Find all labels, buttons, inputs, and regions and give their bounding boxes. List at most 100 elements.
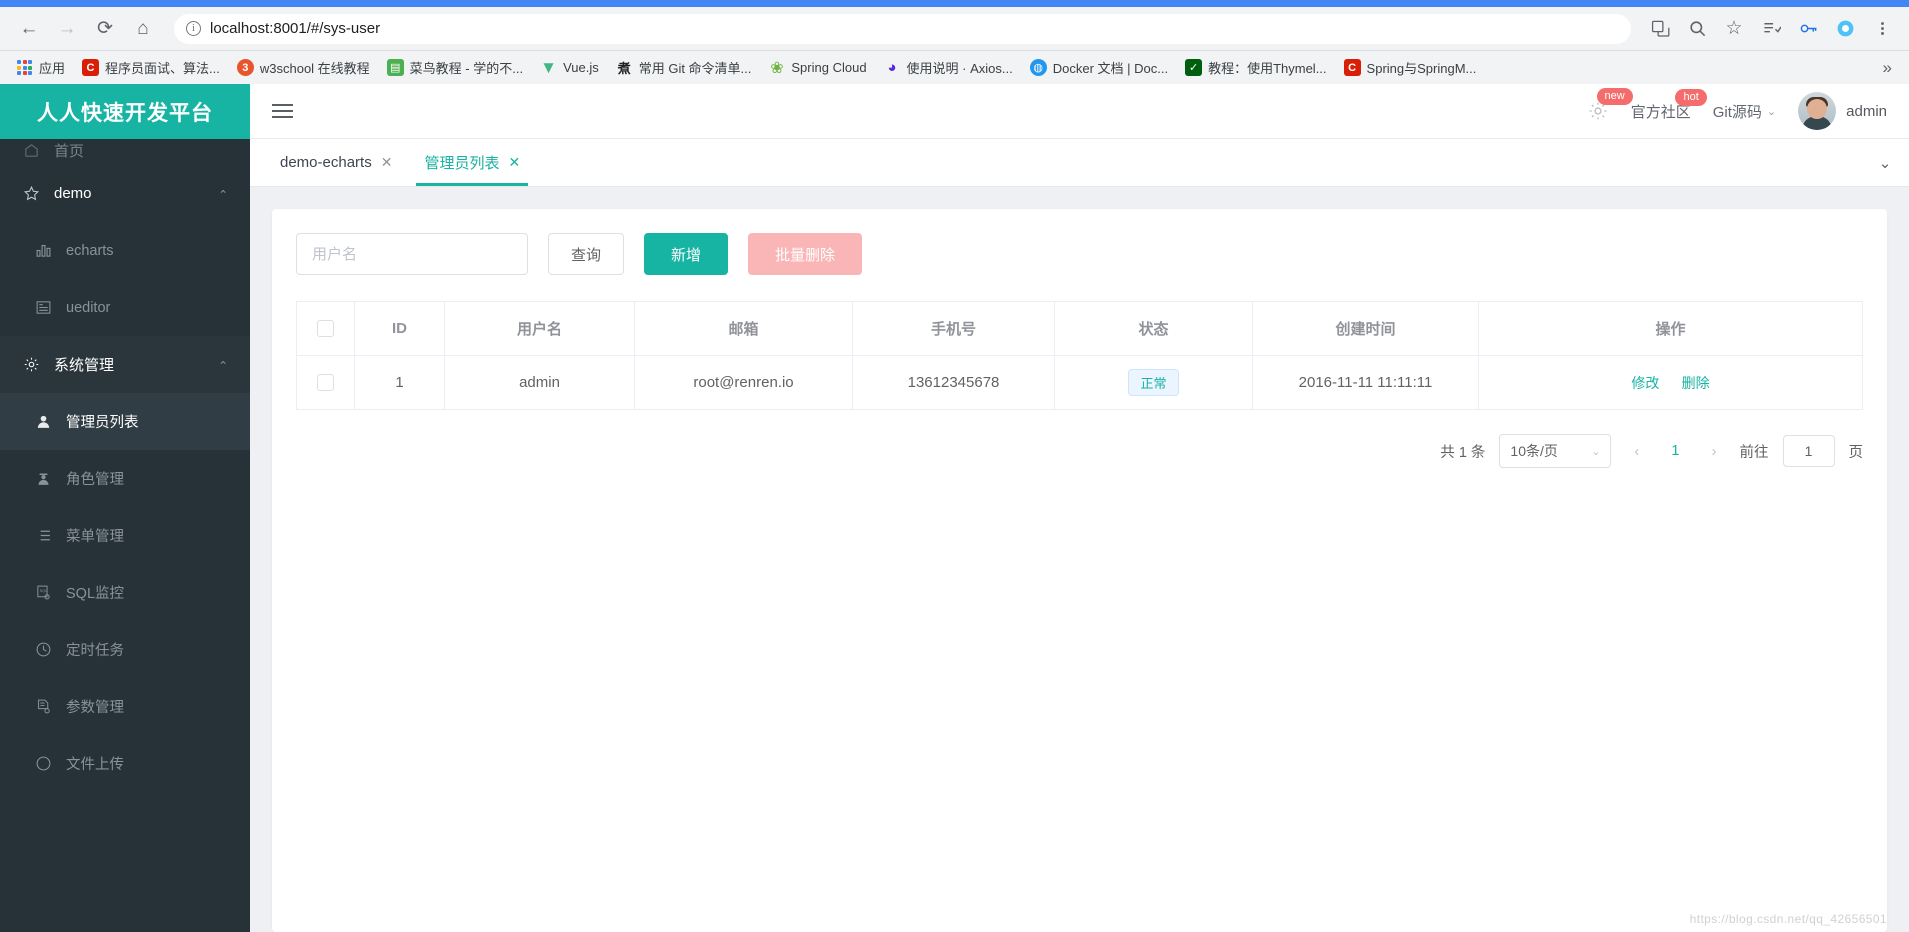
bookmark-star-icon[interactable]: ☆ <box>1719 14 1749 44</box>
axios-icon: ◕ <box>887 59 897 76</box>
sidebar-item-schedule[interactable]: 定时任务 <box>0 621 250 678</box>
edit-link[interactable]: 修改 <box>1631 375 1659 391</box>
topbar: new 官方社区 hot Git源码 ⌄ admin <box>250 84 1909 139</box>
address-bar[interactable]: i localhost:8001/#/sys-user <box>174 13 1631 44</box>
page-number-1[interactable]: 1 <box>1662 443 1688 459</box>
bookmark-item[interactable]: ✓ 教程：使用Thymel... <box>1178 55 1333 80</box>
sidebar-item-home[interactable]: 首页 <box>0 139 250 165</box>
w3school-icon: 3 <box>236 59 254 76</box>
batch-delete-button: 批量删除 <box>748 233 863 275</box>
bookmark-item[interactable]: ▼ Vue.js <box>533 56 606 79</box>
bookmark-item[interactable]: 煮 常用 Git 命令清单... <box>609 55 759 80</box>
bookmark-item[interactable]: ◕ 使用说明 · Axios... <box>877 55 1020 80</box>
runoob-icon: ▤ <box>386 59 404 76</box>
sidebar-item-sql-monitor[interactable]: SQL SQL监控 <box>0 564 250 621</box>
jump-prefix-label: 前往 <box>1739 444 1769 461</box>
ruanyf-icon: 煮 <box>617 61 631 76</box>
bookmark-item[interactable]: 3 w3school 在线教程 <box>230 55 377 80</box>
sidebar-item-label: 角色管理 <box>66 472 124 488</box>
sidebar-item-system[interactable]: 系统管理 ⌄ <box>0 336 250 393</box>
bookmark-label: Spring与SpringM... <box>1366 61 1477 76</box>
menu-list-icon <box>34 526 53 545</box>
bookmark-item[interactable]: C 程序员面试、算法... <box>75 55 227 80</box>
bookmark-item[interactable]: ❀ Spring Cloud <box>761 56 873 79</box>
back-icon[interactable]: ← <box>12 12 46 46</box>
page-size-select[interactable]: 10条/页 ⌄ <box>1499 434 1612 468</box>
main-column: new 官方社区 hot Git源码 ⌄ admin demo-echarts … <box>250 84 1909 932</box>
translate-icon[interactable] <box>1645 14 1675 44</box>
home-icon[interactable]: ⌂ <box>126 12 160 46</box>
sidebar-item-menu-mgmt[interactable]: 菜单管理 <box>0 507 250 564</box>
query-button[interactable]: 查询 <box>548 233 625 275</box>
bookmark-label: Vue.js <box>563 60 599 75</box>
user-menu[interactable]: admin <box>1798 92 1887 130</box>
add-button[interactable]: 新增 <box>644 233 729 275</box>
browser-menu-icon[interactable] <box>1867 14 1897 44</box>
bookmarks-overflow-icon[interactable]: » <box>1875 58 1900 78</box>
bookmark-item[interactable]: ▤ 菜鸟教程 - 学的不... <box>380 55 530 80</box>
col-header-email: 邮箱 <box>634 301 853 356</box>
editor-icon <box>34 298 53 317</box>
table-row[interactable]: 1 admin root@renren.io 13612345678 正常 20… <box>296 355 1863 410</box>
sidebar-item-ueditor[interactable]: ueditor <box>0 279 250 336</box>
watermark: https://blog.csdn.net/qq_42656501 <box>1689 912 1887 926</box>
user-name: admin <box>1846 102 1887 120</box>
prev-page-button[interactable]: ‹ <box>1625 443 1648 460</box>
select-all-header <box>296 301 355 356</box>
user-table: ID 用户名 邮箱 手机号 状态 创建时间 操作 1 admin root@re… <box>296 301 1863 410</box>
delete-link[interactable]: 删除 <box>1682 375 1710 391</box>
menu-icon[interactable] <box>272 104 293 118</box>
forward-icon[interactable]: → <box>50 12 84 46</box>
sidebar-item-echarts[interactable]: echarts <box>0 222 250 279</box>
app-logo: 人人快速开发平台 <box>0 84 250 139</box>
user-icon <box>34 412 53 431</box>
pagination: 共 1 条 10条/页 ⌄ ‹ 1 › 前往 页 <box>296 434 1863 468</box>
table-header-row: ID 用户名 邮箱 手机号 状态 创建时间 操作 <box>296 301 1863 356</box>
topbar-right: new 官方社区 hot Git源码 ⌄ admin <box>1587 88 1887 130</box>
select-all-checkbox[interactable] <box>317 320 334 338</box>
site-info-icon[interactable]: i <box>186 21 201 36</box>
sidebar-item-upload[interactable]: 文件上传 <box>0 735 250 792</box>
sidebar-item-label: 参数管理 <box>66 700 124 716</box>
bookmark-label: Spring Cloud <box>791 60 867 75</box>
tab-user-list[interactable]: 管理员列表 ✕ <box>408 139 536 186</box>
git-source-dropdown[interactable]: Git源码 ⌄ <box>1713 101 1776 122</box>
tab-demo-echarts[interactable]: demo-echarts ✕ <box>264 139 408 186</box>
bookmark-item[interactable]: C Spring与SpringM... <box>1337 55 1484 80</box>
col-header-phone: 手机号 <box>852 301 1055 356</box>
sidebar-item-demo[interactable]: demo ⌄ <box>0 165 250 222</box>
tab-bar: demo-echarts ✕ 管理员列表 ✕ ⌄ <box>250 139 1909 187</box>
col-header-username: 用户名 <box>444 301 635 356</box>
bookmark-apps[interactable]: 应用 <box>9 55 72 80</box>
cell-created: 2016-11-11 11:11:11 <box>1252 355 1479 410</box>
extensions-icon[interactable] <box>1830 14 1860 44</box>
search-icon[interactable] <box>1682 14 1712 44</box>
reading-list-icon[interactable] <box>1756 14 1786 44</box>
tab-label: demo-echarts <box>280 154 372 171</box>
sidebar-item-label: demo <box>54 185 92 202</box>
sidebar-item-params[interactable]: 参数管理 <box>0 678 250 735</box>
password-key-icon[interactable] <box>1793 14 1823 44</box>
close-icon[interactable]: ✕ <box>508 154 520 171</box>
col-header-status: 状态 <box>1054 301 1253 356</box>
sidebar-item-user-list[interactable]: 管理员列表 <box>0 393 250 450</box>
sidebar-item-label: 首页 <box>54 142 85 160</box>
address-bar-url: localhost:8001/#/sys-user <box>210 20 381 37</box>
new-badge: new <box>1596 88 1633 105</box>
cell-status: 正常 <box>1054 355 1253 410</box>
sidebar-menu: 首页 demo ⌄ echarts ueditor 系统管理 ⌄ 管理员列表 角… <box>0 139 250 932</box>
settings-button[interactable]: new <box>1587 88 1633 122</box>
next-page-button[interactable]: › <box>1703 443 1726 460</box>
col-header-created: 创建时间 <box>1252 301 1479 356</box>
community-link[interactable]: 官方社区 hot <box>1631 88 1707 122</box>
sidebar-item-role[interactable]: 角色管理 <box>0 450 250 507</box>
bookmark-item[interactable]: ◍ Docker 文档 | Doc... <box>1023 55 1175 80</box>
svg-text:SQL: SQL <box>40 588 49 593</box>
close-icon[interactable]: ✕ <box>381 154 393 171</box>
jump-page-input[interactable] <box>1782 435 1835 467</box>
spring-icon: ❀ <box>770 59 784 77</box>
tab-options-icon[interactable]: ⌄ <box>1861 139 1909 186</box>
search-input[interactable] <box>296 233 528 275</box>
row-checkbox[interactable] <box>317 374 334 392</box>
reload-icon[interactable]: ⟳ <box>88 12 122 46</box>
